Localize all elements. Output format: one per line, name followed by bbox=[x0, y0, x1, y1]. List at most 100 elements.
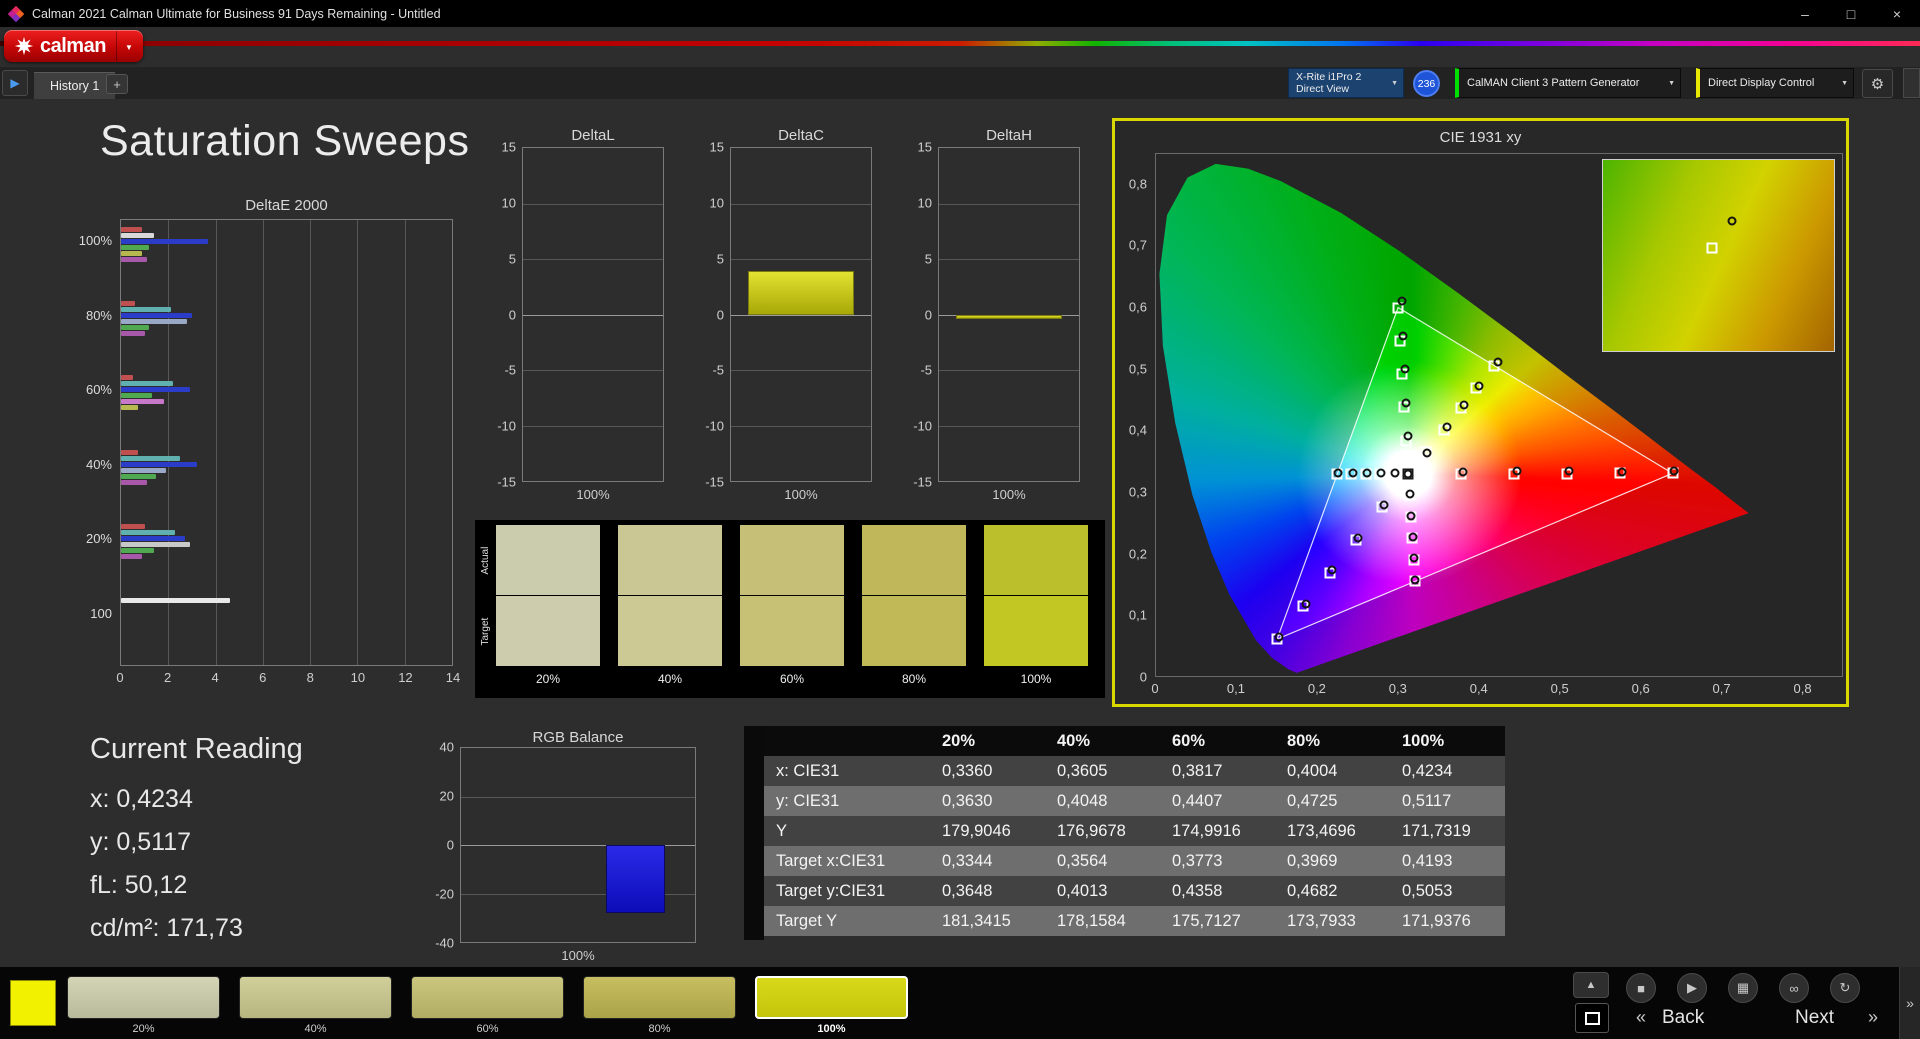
rgb-ytick-label: 40 bbox=[440, 740, 454, 755]
actual-swatch bbox=[496, 525, 600, 595]
cie-measurement-marker bbox=[1379, 501, 1388, 510]
tab-history-1[interactable]: History 1 bbox=[34, 72, 115, 99]
deltae-xtick-label: 0 bbox=[116, 670, 123, 685]
next-button[interactable]: Next bbox=[1795, 1007, 1834, 1029]
deltae-bar bbox=[121, 554, 142, 559]
mini-ytick-label: -15 bbox=[913, 475, 932, 490]
deltae-bar bbox=[121, 474, 156, 479]
cie-xtick-label: 0,3 bbox=[1389, 681, 1407, 696]
next-chevron-icon[interactable]: » bbox=[1868, 1007, 1878, 1028]
deltae-bar bbox=[121, 405, 138, 410]
deltae-xtick-label: 2 bbox=[164, 670, 171, 685]
deltae-bar bbox=[121, 548, 154, 553]
app-icon bbox=[8, 6, 24, 22]
play-button[interactable]: ▶ bbox=[1677, 973, 1707, 1003]
link-button[interactable]: ∞ bbox=[1779, 973, 1809, 1003]
cie-xtick-label: 0,8 bbox=[1793, 681, 1811, 696]
deltae-bar bbox=[121, 393, 152, 398]
mini-ytick-label: 10 bbox=[918, 195, 932, 210]
window-title: Calman 2021 Calman Ultimate for Business… bbox=[32, 7, 1782, 21]
deltae-bar bbox=[121, 319, 187, 324]
swatch-column: 20% bbox=[496, 525, 600, 686]
table-cell: 173,4696 bbox=[1275, 816, 1390, 846]
deltae-bar-group bbox=[121, 443, 452, 517]
deltae-bar bbox=[121, 257, 147, 262]
target-swatch bbox=[984, 596, 1088, 666]
deltae-bar bbox=[121, 227, 142, 232]
pattern-swatch-label: 20% bbox=[132, 1023, 154, 1035]
page-title: Saturation Sweeps bbox=[100, 117, 469, 166]
table-cell: 0,3969 bbox=[1275, 846, 1390, 876]
swatch-strip: Actual Target 20%40%60%80%100% bbox=[475, 520, 1105, 698]
add-tab-button[interactable]: + bbox=[106, 74, 128, 94]
calman-menu-button[interactable]: calman ▼ bbox=[4, 30, 143, 62]
swatch-label: 60% bbox=[740, 672, 844, 686]
current-reading: Current Reading x: 0,4234y: 0,5117fL: 50… bbox=[90, 733, 303, 950]
mini-ytick-label: 0 bbox=[509, 307, 516, 322]
pattern-swatch-60%[interactable]: 60% bbox=[411, 976, 564, 1035]
pattern-generator-dropdown[interactable]: CalMAN Client 3 Pattern Generator ▼ bbox=[1455, 68, 1681, 98]
expand-panel-button[interactable]: » bbox=[1899, 967, 1920, 1039]
table-cell: 0,4193 bbox=[1390, 846, 1505, 876]
cie-measurement-marker bbox=[1348, 468, 1357, 477]
mini-gridline bbox=[939, 204, 1079, 205]
cie-measurement-marker bbox=[1458, 468, 1467, 477]
calman-dropdown-zone: ▼ bbox=[116, 31, 137, 61]
table-cell: 174,9916 bbox=[1160, 816, 1275, 846]
swatch-column: 80% bbox=[862, 525, 966, 686]
table-cell: 0,4004 bbox=[1275, 756, 1390, 786]
deltae-bar bbox=[121, 536, 185, 541]
pattern-swatch-20%[interactable]: 20% bbox=[67, 976, 220, 1035]
delta-value-bar bbox=[956, 315, 1062, 319]
chevron-down-icon: ▼ bbox=[1663, 80, 1680, 87]
deltae-bar bbox=[121, 399, 164, 404]
deltae-xtick-label: 8 bbox=[307, 670, 314, 685]
actual-swatch bbox=[740, 525, 844, 595]
rgb-balance-bar bbox=[606, 845, 665, 913]
table-row-label: Target y:CIE31 bbox=[764, 876, 930, 906]
back-button[interactable]: Back bbox=[1662, 1007, 1704, 1029]
deltae-bar bbox=[121, 450, 138, 455]
pattern-swatch-80%[interactable]: 80% bbox=[583, 976, 736, 1035]
deltae-xtick-label: 6 bbox=[259, 670, 266, 685]
meter-dropdown[interactable]: X-Rite i1Pro 2 Direct View ▼ bbox=[1288, 68, 1404, 98]
chevron-down-icon: ▼ bbox=[125, 43, 133, 52]
cie-measurement-marker bbox=[1407, 511, 1416, 520]
cie-measurement-marker bbox=[1390, 468, 1399, 477]
refresh-button[interactable]: ↻ bbox=[1830, 973, 1860, 1003]
minimize-button[interactable]: – bbox=[1782, 0, 1828, 27]
display-control-dropdown[interactable]: Direct Display Control ▼ bbox=[1696, 68, 1854, 98]
cie-xtick-label: 0,4 bbox=[1470, 681, 1488, 696]
settings-button[interactable]: ⚙ bbox=[1862, 69, 1893, 98]
target-swatch bbox=[740, 596, 844, 666]
back-chevron-icon[interactable]: « bbox=[1636, 1007, 1646, 1028]
target-swatch bbox=[862, 596, 966, 666]
table-gutter bbox=[744, 726, 764, 940]
pattern-swatch-40%[interactable]: 40% bbox=[239, 976, 392, 1035]
gear-icon: ⚙ bbox=[1871, 75, 1884, 93]
workflow-nav-button[interactable]: ▶ bbox=[2, 70, 28, 96]
mini-ytick-label: 15 bbox=[918, 140, 932, 155]
restore-button[interactable]: □ bbox=[1828, 0, 1874, 27]
pattern-window-button[interactable] bbox=[1575, 1003, 1609, 1033]
table-cell: 0,3360 bbox=[930, 756, 1045, 786]
pattern-swatch-label: 40% bbox=[304, 1023, 326, 1035]
table-cell: 0,5053 bbox=[1390, 876, 1505, 906]
cie-measurement-marker bbox=[1406, 490, 1415, 499]
stop-button[interactable]: ■ bbox=[1626, 973, 1656, 1003]
link-icon: ∞ bbox=[1789, 981, 1798, 996]
deltae-bar bbox=[121, 480, 147, 485]
toolbar-edge-button[interactable] bbox=[1903, 68, 1920, 98]
mini-ytick-label: 15 bbox=[710, 140, 724, 155]
deltac-plot bbox=[730, 147, 872, 482]
deltae-bar bbox=[121, 462, 197, 467]
target-swatch bbox=[496, 596, 600, 666]
eject-button[interactable]: ▲ bbox=[1573, 972, 1609, 998]
deltae-xtick-label: 10 bbox=[351, 670, 365, 685]
close-button[interactable]: × bbox=[1874, 0, 1920, 27]
table-cell: 171,9376 bbox=[1390, 906, 1505, 936]
save-button[interactable]: ▦ bbox=[1728, 973, 1758, 1003]
table-cell: 0,4725 bbox=[1275, 786, 1390, 816]
table-row: Target y:CIE310,36480,40130,43580,46820,… bbox=[764, 876, 1505, 906]
pattern-swatch-100%[interactable]: 100% bbox=[755, 976, 908, 1035]
